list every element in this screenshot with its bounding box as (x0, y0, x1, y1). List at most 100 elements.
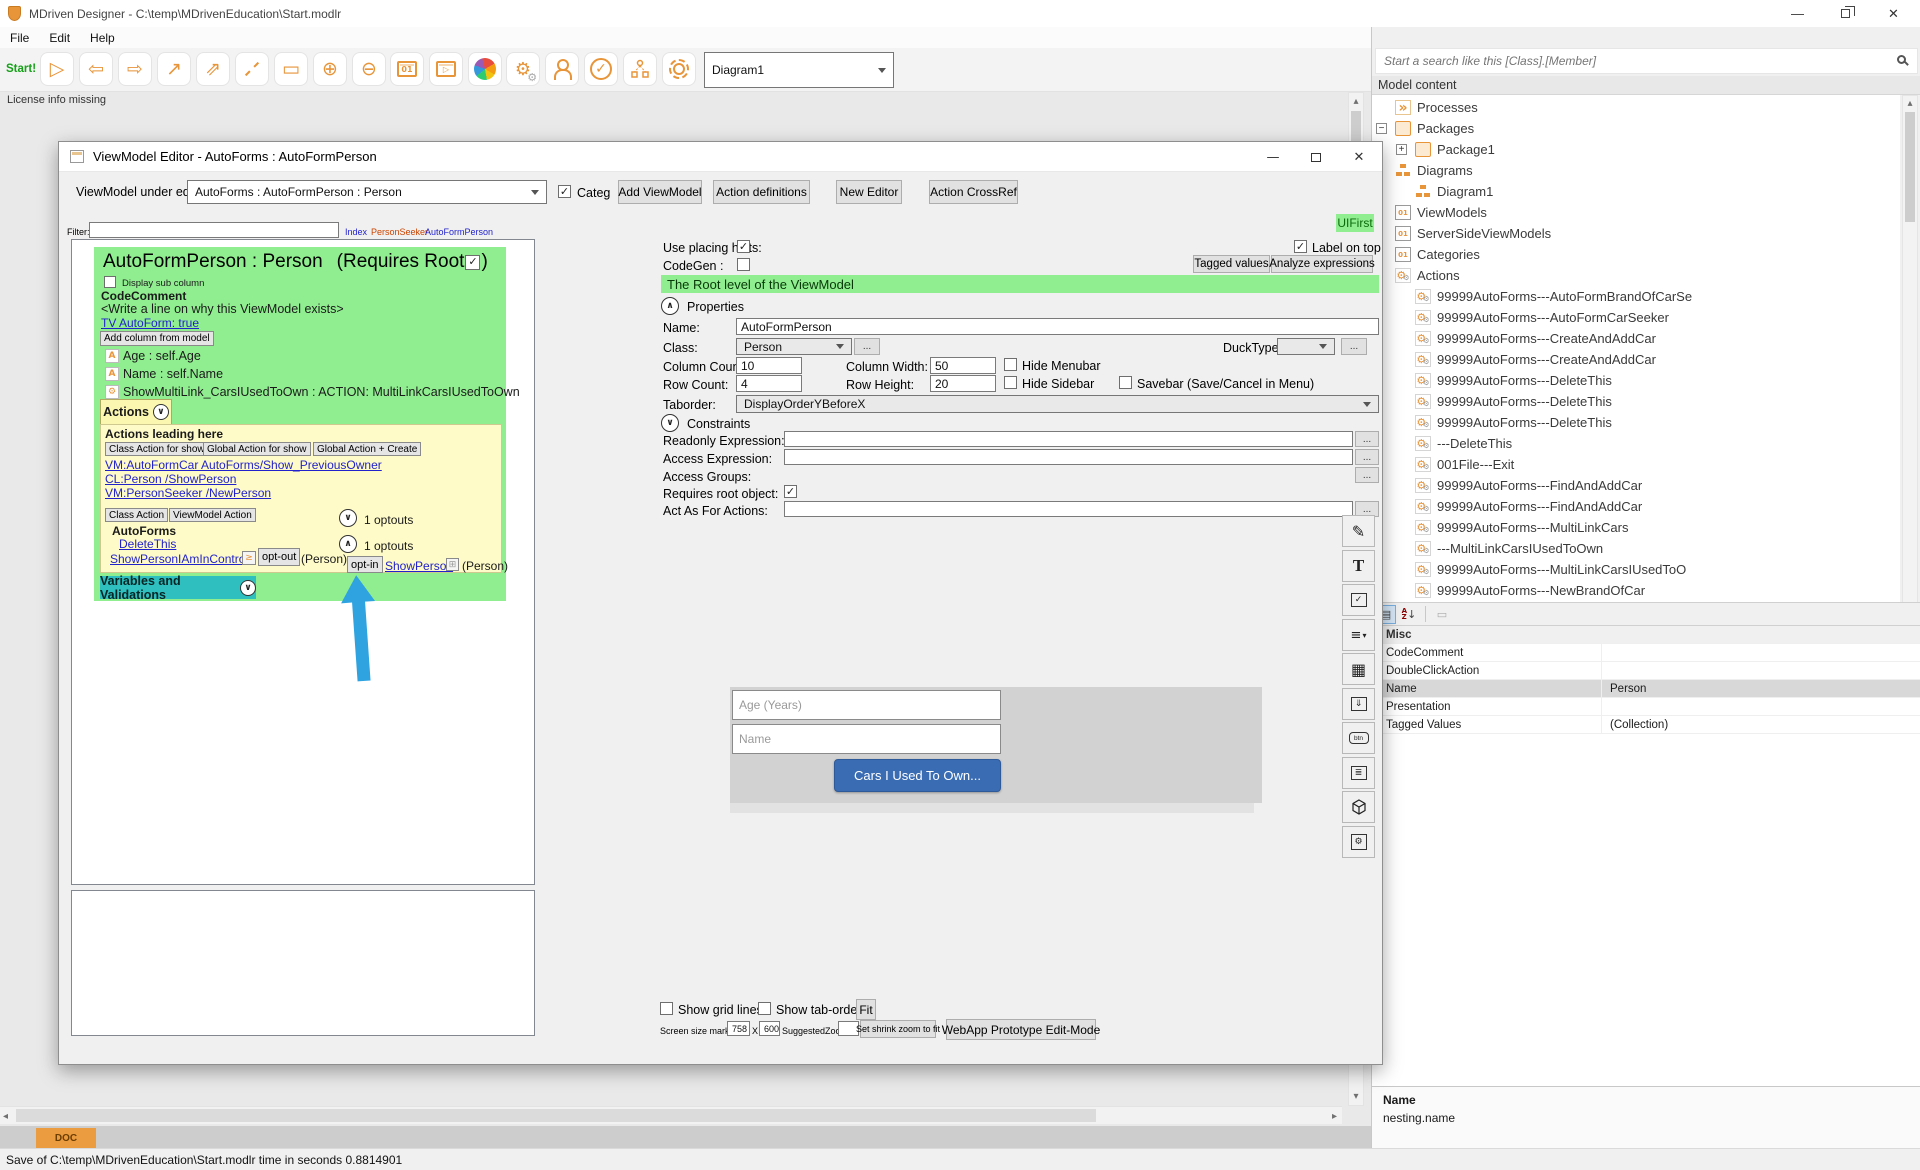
link-index[interactable]: Index (345, 227, 367, 237)
scrollbar-thumb[interactable] (1905, 112, 1915, 222)
scroll-right-icon[interactable]: ▸ (1332, 1111, 1337, 1122)
savebar-checkbox[interactable] (1119, 376, 1132, 389)
column-row-name[interactable]: AName : self.Name (105, 367, 223, 381)
search-input[interactable] (1375, 48, 1918, 74)
zoom-out-button[interactable]: ⊖ (352, 52, 386, 86)
spiral-settings-button[interactable] (662, 52, 696, 86)
tree-item-action[interactable]: ⚙99999AutoForms---MultiLinkCarsIUsedToO (1376, 559, 1900, 580)
showperson-link[interactable]: ShowPerson (385, 559, 453, 573)
generalization-arrow-button[interactable]: ⇗ (196, 52, 230, 86)
menu-file[interactable]: File (0, 31, 39, 45)
class-action-for-show-button[interactable]: Class Action for show (105, 442, 209, 456)
column-count-input[interactable] (736, 357, 802, 374)
filter-input[interactable] (89, 222, 339, 238)
class-action-button[interactable]: Class Action (105, 508, 168, 522)
scroll-down-icon[interactable]: ▾ (1349, 1091, 1363, 1102)
tree-item-action[interactable]: ⚙99999AutoForms---FindAndAddCar (1376, 496, 1900, 517)
sort-icon[interactable]: ≥ (242, 551, 256, 565)
codegen-checkbox[interactable] (737, 258, 750, 271)
select-area-button[interactable]: ▭ (274, 52, 308, 86)
text-tool-button[interactable]: T (1342, 550, 1375, 582)
class-combo[interactable]: Person (736, 338, 852, 355)
list-tool-button[interactable]: ≣ (1342, 757, 1375, 789)
screen-height-input[interactable] (759, 1021, 780, 1036)
column-width-input[interactable] (930, 357, 996, 374)
optouts-expand-icon[interactable]: ∧ (339, 535, 357, 553)
viewmodel-root-panel[interactable]: AutoFormPerson : Person (Requires Root )… (94, 247, 506, 601)
constraints-expand-icon[interactable]: ∨ (661, 414, 679, 432)
tree-item-processes[interactable]: »Processes (1376, 97, 1900, 118)
dialog-minimize-button[interactable]: — (1257, 146, 1289, 168)
property-pages-button[interactable]: ▭ (1432, 605, 1452, 624)
showpersoniamincontrol-link[interactable]: ShowPersonIAmInControl (110, 552, 248, 566)
start-label[interactable]: Start! (6, 63, 36, 75)
close-button[interactable]: ✕ (1871, 0, 1916, 27)
property-row-taggedvalues[interactable]: Tagged Values(Collection) (1372, 716, 1920, 734)
ducktype-browse-button[interactable]: ... (1341, 338, 1367, 355)
checkbox-tool-button[interactable]: ✓ (1342, 584, 1375, 616)
dropdown-tool-button[interactable]: ≡▾ (1342, 619, 1375, 651)
action-crossref-button[interactable]: Action CrossRef (929, 180, 1018, 204)
tv-autoform-link[interactable]: TV AutoForm: true (101, 316, 199, 330)
property-row-name[interactable]: NamePerson (1372, 680, 1920, 698)
tree-item-action[interactable]: ⚙99999AutoForms---DeleteThis (1376, 412, 1900, 433)
dialog-maximize-button[interactable] (1300, 146, 1332, 168)
tree-item-action[interactable]: ⚙99999AutoForms---CreateAndAddCar (1376, 328, 1900, 349)
dialog-close-button[interactable]: ✕ (1343, 146, 1375, 168)
object-tool-button[interactable] (1342, 791, 1375, 823)
tree-item-action[interactable]: ⚙99999AutoForms---DeleteThis (1376, 370, 1900, 391)
ducktype-combo[interactable] (1277, 338, 1335, 355)
hide-sidebar-checkbox[interactable] (1004, 376, 1017, 389)
restore-button[interactable] (1823, 0, 1868, 27)
color-theme-button[interactable] (468, 52, 502, 86)
canvas-horizontal-scrollbar[interactable]: ◂ ▸ (0, 1106, 1342, 1124)
column-row-age[interactable]: AAge : self.Age (105, 349, 201, 363)
show-grid-lines-checkbox[interactable] (660, 1002, 673, 1015)
label-on-top-checkbox[interactable] (1294, 240, 1307, 253)
chevron-down-icon[interactable]: ∨ (240, 580, 256, 596)
tab-doc[interactable]: DOC (36, 1128, 96, 1148)
readonly-browse-button[interactable]: ... (1355, 431, 1379, 447)
tree-item-categories[interactable]: 01Categories (1376, 244, 1900, 265)
name-preview-input[interactable] (732, 724, 1001, 754)
scrollbar-thumb[interactable] (16, 1109, 1096, 1122)
dialog-titlebar[interactable]: ViewModel Editor - AutoForms : AutoFormP… (59, 142, 1382, 172)
access-expression-browse-button[interactable]: ... (1355, 449, 1379, 465)
menu-edit[interactable]: Edit (39, 31, 80, 45)
edit-tool-button[interactable]: ✎ (1342, 515, 1375, 547)
user-access-button[interactable] (545, 52, 579, 86)
model-nodes-button[interactable] (623, 52, 657, 86)
global-action-for-show-button[interactable]: Global Action for show (203, 442, 311, 456)
cars-i-used-to-own-button[interactable]: Cars I Used To Own... (834, 759, 1001, 792)
tree-item-action[interactable]: ⚙99999AutoForms---AutoFormCarSeeker (1376, 307, 1900, 328)
property-row-doubleclickaction[interactable]: DoubleClickAction (1372, 662, 1920, 680)
link-personseeker[interactable]: PersonSeeker (371, 227, 428, 237)
action-link-showperson[interactable]: CL:Person /ShowPerson (105, 472, 236, 486)
viewmodel-action-button[interactable]: ViewModel Action (169, 508, 256, 522)
screen-width-input[interactable] (727, 1021, 750, 1036)
diagram-selector[interactable]: Diagram1 (704, 52, 894, 88)
tree-item-action[interactable]: ⚙99999AutoForms---MultiLinkCars (1376, 517, 1900, 538)
action-link-autoformcar[interactable]: VM:AutoFormCar AutoForms/Show_PreviousOw… (105, 458, 382, 472)
tree-item-action[interactable]: ⚙99999AutoForms---NewBrandOfCar (1376, 580, 1900, 601)
grid-icon[interactable]: ⊞ (446, 558, 459, 571)
search-icon[interactable] (1897, 55, 1906, 64)
navigate-forward-button[interactable]: ⇨ (118, 52, 152, 86)
viewmodel-under-edit-combo[interactable]: AutoForms : AutoFormPerson : Person (187, 180, 547, 204)
display-sub-column-checkbox[interactable] (104, 276, 116, 288)
taborder-combo[interactable]: DisplayOrderYBeforeX (736, 395, 1379, 413)
tree-item-action[interactable]: ⚙99999AutoForms---CreateAndAddCar (1376, 349, 1900, 370)
calendar-tool-button[interactable]: ▦ (1342, 653, 1375, 685)
tree-item-package1[interactable]: +Package1 (1376, 139, 1900, 160)
access-expression-input[interactable] (784, 449, 1353, 465)
categ-checkbox[interactable] (558, 185, 571, 198)
tree-item-action[interactable]: ⚙99999AutoForms---AutoFormBrandOfCarSe (1376, 286, 1900, 307)
age-preview-input[interactable] (732, 690, 1001, 720)
opt-out-button[interactable]: opt-out (258, 548, 300, 566)
opt-in-button[interactable]: opt-in (347, 556, 383, 573)
navigate-back-button[interactable]: ⇦ (79, 52, 113, 86)
hide-menubar-checkbox[interactable] (1004, 358, 1017, 371)
association-arrow-button[interactable]: ↗ (157, 52, 191, 86)
class-browse-button[interactable]: ... (854, 338, 880, 355)
minimize-button[interactable]: — (1775, 0, 1820, 27)
